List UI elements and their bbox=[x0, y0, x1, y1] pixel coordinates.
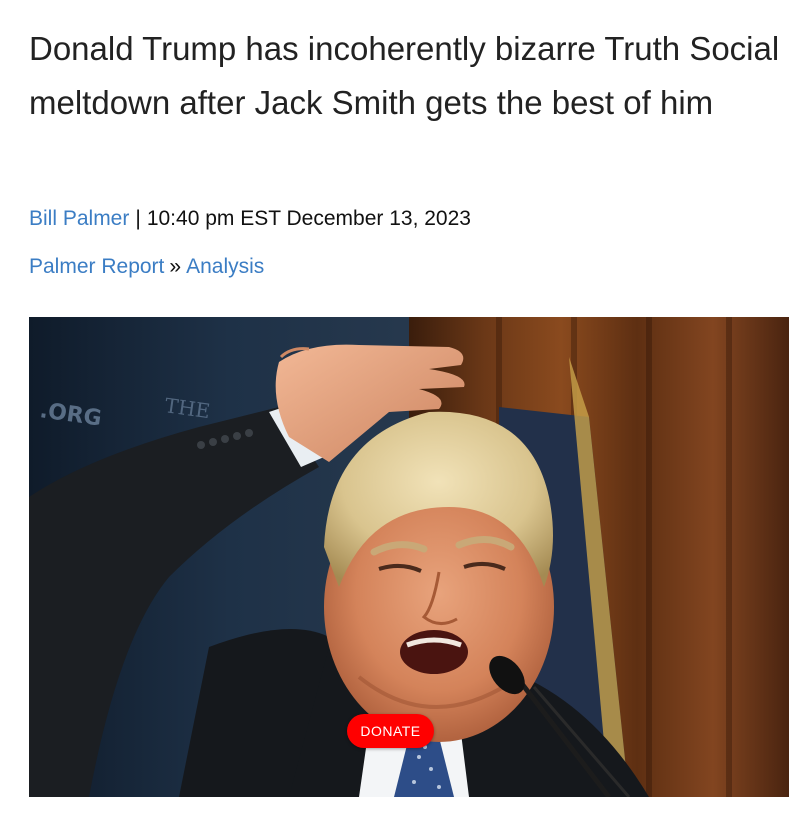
breadcrumb-site-link[interactable]: Palmer Report bbox=[29, 255, 164, 278]
breadcrumb-category-link[interactable]: Analysis bbox=[186, 255, 264, 278]
donate-button[interactable]: DONATE bbox=[347, 714, 434, 748]
breadcrumb: Palmer Report» Analysis bbox=[29, 252, 264, 282]
article-title: Donald Trump has incoherently bizarre Tr… bbox=[29, 30, 780, 121]
byline-separator: | bbox=[135, 207, 141, 230]
breadcrumb-divider: » bbox=[169, 255, 182, 278]
author-link[interactable]: Bill Palmer bbox=[29, 207, 129, 230]
publish-datetime: 10:40 pm EST December 13, 2023 bbox=[146, 207, 471, 230]
byline: Bill Palmer | 10:40 pm EST December 13, 20… bbox=[29, 204, 471, 234]
